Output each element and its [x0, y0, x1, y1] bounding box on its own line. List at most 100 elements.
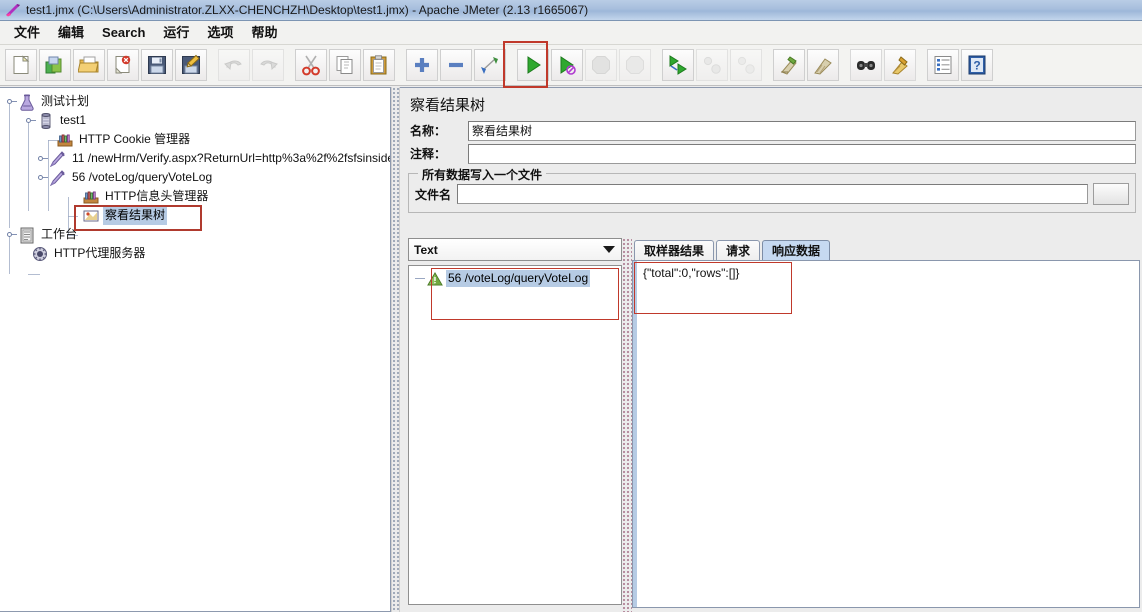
clear-button[interactable]: [773, 49, 805, 81]
stop-button[interactable]: [585, 49, 617, 81]
window-title: test1.jmx (C:\Users\Administrator.ZLXX-C…: [26, 2, 589, 17]
help-button[interactable]: ?: [961, 49, 993, 81]
expand-toggle-icon[interactable]: [37, 149, 49, 168]
tree-node-label: HTTP信息头管理器: [105, 189, 209, 203]
success-triangle-icon: [427, 271, 443, 287]
cut-button[interactable]: [295, 49, 327, 81]
name-label: 名称：: [410, 124, 447, 138]
toolbar-separator-1: [209, 49, 218, 81]
toggle-button[interactable]: [474, 49, 506, 81]
tree-node-label: test1: [60, 113, 87, 127]
templates-button[interactable]: [39, 49, 71, 81]
comment-input[interactable]: [468, 143, 1136, 164]
name-input[interactable]: [468, 120, 1136, 141]
reset-search-button[interactable]: [884, 49, 916, 81]
redo-button[interactable]: [252, 49, 284, 81]
tree-node-label: 工作台: [41, 227, 78, 241]
menu-edit[interactable]: 编辑: [50, 23, 92, 43]
renderer-select[interactable]: Text: [408, 238, 622, 261]
jmeter-feather-icon: [4, 2, 22, 18]
shutdown-button[interactable]: [619, 49, 651, 81]
remote-stop-all-button[interactable]: [696, 49, 728, 81]
expand-toggle-icon[interactable]: [6, 225, 18, 244]
tab-request[interactable]: 请求: [716, 240, 761, 260]
menu-help[interactable]: 帮助: [243, 23, 285, 43]
start-no-pauses-button[interactable]: [551, 49, 583, 81]
menu-file[interactable]: 文件: [6, 23, 48, 43]
tree-line: [415, 278, 425, 279]
tree-node-header-manager[interactable]: HTTP信息头管理器: [4, 187, 390, 206]
toolbar-separator-7: [841, 49, 850, 81]
tree-node-workbench[interactable]: 工作台: [4, 225, 390, 244]
toolbar: ?: [0, 45, 1142, 86]
chevron-down-icon: [603, 246, 615, 253]
results-area: Text 56 /voteLog/queryVoteLog 取样器结果 请求 响…: [400, 238, 1142, 612]
test-plan-tree: 测试计划 test1 HTTP Cookie 管理器 11 /newHrm/Ve…: [0, 88, 390, 275]
view-results-tree-icon: [82, 207, 100, 225]
browse-button[interactable]: [1093, 183, 1129, 205]
tree-node-http-request-11[interactable]: 11 /newHrm/Verify.aspx?ReturnUrl=http%3a…: [4, 149, 390, 168]
tree-node-label: 56 /voteLog/queryVoteLog: [72, 170, 213, 184]
results-split-divider[interactable]: [622, 238, 632, 612]
tree-node-thread-group[interactable]: test1: [4, 111, 390, 130]
element-editor-panel: 察看结果树 名称： 注释： 所有数据写入一个文件 文件名 Text: [400, 87, 1142, 612]
renderer-select-value: Text: [414, 242, 438, 257]
results-right-column: 取样器结果 请求 响应数据 {"total":0,"rows":[]}: [632, 238, 1142, 612]
expand-all-button[interactable]: [406, 49, 438, 81]
tree-node-label: 11 /newHrm/Verify.aspx?ReturnUrl=http%3a…: [72, 151, 391, 165]
comment-label: 注释：: [410, 147, 447, 161]
list-item-label: 56 /voteLog/queryVoteLog: [446, 270, 591, 287]
svg-text:?: ?: [973, 59, 980, 73]
function-helper-button[interactable]: [927, 49, 959, 81]
sample-result-list[interactable]: 56 /voteLog/queryVoteLog: [408, 265, 622, 605]
tab-sampler-result[interactable]: 取样器结果: [634, 240, 715, 260]
remote-start-all-button[interactable]: [662, 49, 694, 81]
menu-run[interactable]: 运行: [155, 23, 197, 43]
tree-node-test-plan[interactable]: 测试计划: [4, 92, 390, 111]
toolbar-separator-8: [918, 49, 927, 81]
remote-shutdown-all-button[interactable]: [730, 49, 762, 81]
collapse-all-button[interactable]: [440, 49, 472, 81]
list-item[interactable]: 56 /voteLog/queryVoteLog: [415, 269, 621, 288]
new-button[interactable]: [5, 49, 37, 81]
close-button[interactable]: [107, 49, 139, 81]
copy-button[interactable]: [329, 49, 361, 81]
undo-button[interactable]: [218, 49, 250, 81]
expand-toggle-icon[interactable]: [37, 168, 49, 187]
clear-all-button[interactable]: [807, 49, 839, 81]
group-legend: 所有数据写入一个文件: [418, 166, 547, 183]
http-sampler-pin-icon: [49, 169, 67, 187]
toolbar-separator-5: [653, 49, 662, 81]
filename-input[interactable]: [457, 184, 1088, 204]
search-button[interactable]: [850, 49, 882, 81]
jmeter-window: test1.jmx (C:\Users\Administrator.ZLXX-C…: [0, 0, 1142, 612]
menu-bar: 文件 编辑 Search 运行 选项 帮助: [0, 21, 1142, 45]
paste-button[interactable]: [363, 49, 395, 81]
tree-node-label: HTTP Cookie 管理器: [79, 132, 191, 146]
tree-node-cookie-manager[interactable]: HTTP Cookie 管理器: [4, 130, 390, 149]
header-manager-icon: [82, 188, 100, 206]
main-split-divider[interactable]: [391, 87, 400, 612]
response-body-text: {"total":0,"rows":[]}: [643, 266, 740, 280]
http-sampler-pin-icon: [49, 150, 67, 168]
start-button[interactable]: [517, 49, 549, 81]
test-plan-tree-panel[interactable]: 测试计划 test1 HTTP Cookie 管理器 11 /newHrm/Ve…: [0, 87, 391, 612]
toolbar-separator-2: [286, 49, 295, 81]
tree-node-view-results-tree[interactable]: 察看结果树: [4, 206, 390, 225]
open-button[interactable]: [73, 49, 105, 81]
toolbar-separator-3: [397, 49, 406, 81]
expand-toggle-icon[interactable]: [25, 111, 37, 130]
tree-node-http-proxy-server[interactable]: HTTP代理服务器: [4, 244, 390, 263]
menu-options[interactable]: 选项: [199, 23, 241, 43]
response-selection-bar: [633, 261, 637, 607]
toolbar-separator-6: [764, 49, 773, 81]
http-proxy-icon: [31, 245, 49, 263]
expand-toggle-icon[interactable]: [6, 92, 18, 111]
response-data-pane[interactable]: {"total":0,"rows":[]}: [632, 260, 1140, 608]
save-button[interactable]: [141, 49, 173, 81]
save-as-button[interactable]: [175, 49, 207, 81]
tree-node-http-request-56[interactable]: 56 /voteLog/queryVoteLog: [4, 168, 390, 187]
menu-search[interactable]: Search: [94, 23, 153, 43]
window-titlebar: test1.jmx (C:\Users\Administrator.ZLXX-C…: [0, 0, 1142, 21]
tab-response-data[interactable]: 响应数据: [762, 240, 831, 260]
